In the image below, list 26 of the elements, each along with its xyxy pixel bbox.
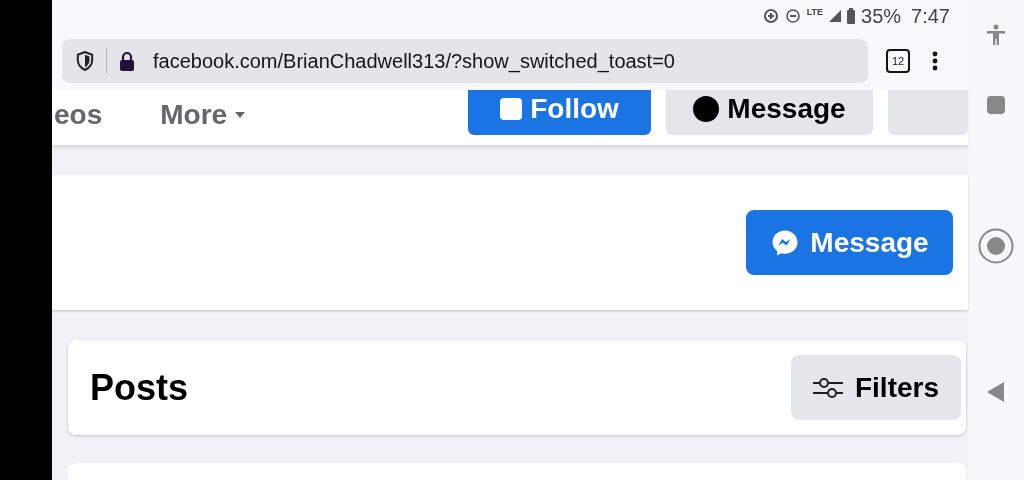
- battery-level: 35%: [861, 4, 902, 29]
- message-button[interactable]: Message: [746, 210, 953, 275]
- network-type: LTE: [806, 6, 824, 19]
- data-saver-icon: [762, 8, 779, 24]
- menu-icon[interactable]: [932, 51, 938, 71]
- posts-heading: Posts: [90, 365, 189, 410]
- accessibility-icon: [986, 24, 1006, 46]
- battery-icon: [847, 8, 856, 24]
- signal-icon: [829, 10, 842, 22]
- follow-button[interactable]: Follow: [468, 90, 651, 135]
- back-icon[interactable]: [987, 382, 1005, 402]
- filters-icon: [813, 376, 843, 399]
- url-text: facebook.com/BrianChadwell313/?show_switched_toast=0: [153, 49, 675, 75]
- filters-button[interactable]: Filters: [791, 355, 961, 420]
- profile-tab[interactable]: eos: [54, 94, 103, 136]
- tab-count-button[interactable]: 12: [886, 49, 910, 73]
- shield-icon: [76, 51, 94, 71]
- home-icon[interactable]: [978, 228, 1014, 264]
- caret-icon: [235, 112, 246, 118]
- do-not-disturb-icon: [784, 8, 801, 24]
- recents-icon[interactable]: [987, 96, 1005, 114]
- message-button[interactable]: Message: [666, 90, 873, 135]
- profile-tab[interactable]: More: [160, 94, 246, 136]
- address-bar[interactable]: facebook.com/BrianChadwell313/?show_switched_toast=0: [62, 39, 868, 83]
- lock-icon: [119, 51, 135, 71]
- clock: 7:47: [911, 4, 950, 29]
